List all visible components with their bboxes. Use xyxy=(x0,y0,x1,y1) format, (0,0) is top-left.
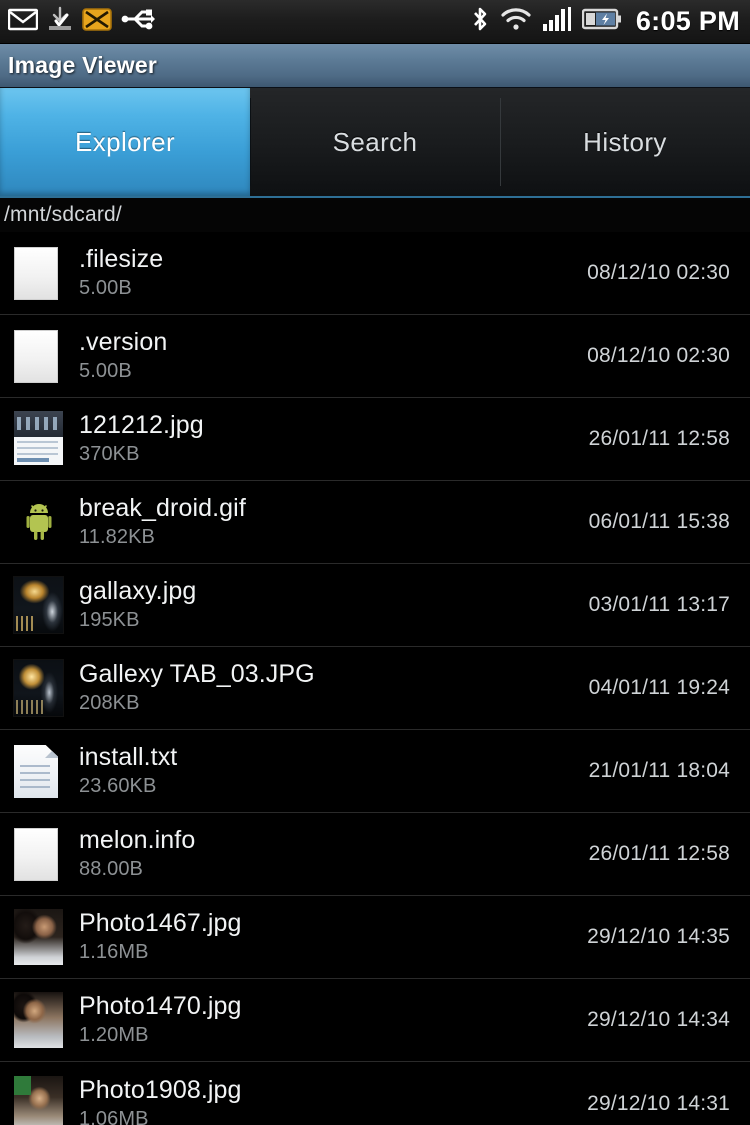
file-name: Gallexy TAB_03.JPG xyxy=(79,660,315,688)
file-size: 1.06MB xyxy=(79,1107,149,1125)
file-meta: Photo1470.jpg 1.20MB xyxy=(79,993,242,1047)
file-date: 26/01/11 12:58 xyxy=(588,842,730,865)
file-size: 1.20MB xyxy=(79,1024,149,1046)
blank-file-icon xyxy=(14,328,63,384)
tab-search-label: Search xyxy=(332,126,418,157)
table-row[interactable]: Gallexy TAB_03.JPG 208KB 04/01/11 19:24 xyxy=(0,647,750,730)
table-row[interactable]: melon.info 88.00B 26/01/11 12:58 xyxy=(0,813,750,896)
file-size: 11.82KB xyxy=(79,526,155,548)
tab-history-label: History xyxy=(583,126,667,157)
file-date: 29/12/10 14:35 xyxy=(587,925,730,948)
file-name: Photo1467.jpg xyxy=(79,909,242,937)
current-path-label: /mnt/sdcard/ xyxy=(4,203,122,226)
file-size: 1.16MB xyxy=(79,941,149,963)
table-row[interactable]: Photo1470.jpg 1.20MB 29/12/10 14:34 xyxy=(0,979,750,1062)
blank-file-icon xyxy=(14,826,63,882)
file-meta: break_droid.gif 11.82KB xyxy=(79,495,246,549)
status-bar: 6:05 PM xyxy=(0,0,750,44)
portrait-thumbnail xyxy=(14,1075,63,1125)
file-name: Photo1470.jpg xyxy=(79,992,242,1020)
file-size: 208KB xyxy=(79,692,140,714)
tab-history[interactable]: History xyxy=(500,88,750,196)
tab-explorer[interactable]: Explorer xyxy=(0,88,250,196)
file-size: 5.00B xyxy=(79,277,132,299)
file-name: install.txt xyxy=(79,743,178,771)
email-unread-icon xyxy=(82,7,112,37)
screenshot-thumbnail xyxy=(14,411,63,467)
file-list: .filesize 5.00B 08/12/10 02:30 .version … xyxy=(0,232,750,1125)
file-date: 29/12/10 14:34 xyxy=(587,1008,730,1031)
file-date: 06/01/11 15:38 xyxy=(588,510,730,533)
file-name: .filesize xyxy=(79,245,164,273)
file-meta: gallaxy.jpg 195KB xyxy=(79,578,196,632)
wifi-icon xyxy=(500,6,532,37)
usb-icon xyxy=(121,7,155,36)
file-date: 08/12/10 02:30 xyxy=(587,344,730,367)
file-date: 08/12/10 02:30 xyxy=(587,261,730,284)
file-meta: install.txt 23.60KB xyxy=(79,744,177,798)
portrait-thumbnail xyxy=(14,909,63,965)
tab-bar: Explorer Search History xyxy=(0,88,750,198)
text-file-icon xyxy=(14,743,63,799)
gmail-icon xyxy=(7,7,39,36)
file-name: 121212.jpg xyxy=(79,411,204,439)
table-row[interactable]: .filesize 5.00B 08/12/10 02:30 xyxy=(0,232,750,315)
table-row[interactable]: break_droid.gif 11.82KB 06/01/11 15:38 xyxy=(0,481,750,564)
file-name: Photo1908.jpg xyxy=(79,1075,242,1104)
app-title-bar: Image Viewer xyxy=(0,44,750,88)
table-row[interactable]: install.txt 23.60KB 21/01/11 18:04 xyxy=(0,730,750,813)
table-row[interactable]: 121212.jpg 370KB 26/01/11 12:58 xyxy=(0,398,750,481)
file-meta: Photo1908.jpg 1.06MB xyxy=(79,1075,242,1125)
app-title: Image Viewer xyxy=(8,52,158,78)
file-meta: 121212.jpg 370KB xyxy=(79,412,204,466)
photo-thumbnail xyxy=(14,660,63,716)
file-date: 04/01/11 19:24 xyxy=(588,676,730,699)
file-size: 5.00B xyxy=(79,360,132,382)
file-name: gallaxy.jpg xyxy=(79,577,197,605)
photo-thumbnail xyxy=(14,577,63,633)
file-meta: .version 5.00B xyxy=(79,329,167,383)
file-size: 88.00B xyxy=(79,858,143,880)
file-name: melon.info xyxy=(79,826,196,854)
battery-charging-icon xyxy=(581,7,622,36)
file-size: 370KB xyxy=(79,443,140,465)
tab-search[interactable]: Search xyxy=(250,88,500,196)
status-bar-right-icons: 6:05 PM xyxy=(470,5,740,38)
file-meta: Gallexy TAB_03.JPG 208KB xyxy=(79,661,315,715)
blank-file-icon xyxy=(14,245,63,301)
file-meta: Photo1467.jpg 1.16MB xyxy=(79,910,242,964)
cellular-signal-icon xyxy=(542,6,572,37)
tab-explorer-label: Explorer xyxy=(74,126,175,157)
file-date: 26/01/11 12:58 xyxy=(588,427,730,450)
bluetooth-icon xyxy=(470,5,490,38)
status-bar-clock: 6:05 PM xyxy=(635,6,740,36)
file-meta: melon.info 88.00B xyxy=(79,827,195,881)
file-name: break_droid.gif xyxy=(79,494,246,522)
download-complete-icon xyxy=(47,6,73,37)
table-row[interactable]: gallaxy.jpg 195KB 03/01/11 13:17 xyxy=(0,564,750,647)
table-row[interactable]: Photo1467.jpg 1.16MB 29/12/10 14:35 xyxy=(0,896,750,979)
file-date: 21/01/11 18:04 xyxy=(588,759,730,782)
file-meta: .filesize 5.00B xyxy=(79,246,163,300)
file-size: 23.60KB xyxy=(79,775,157,797)
status-bar-left-icons xyxy=(7,6,155,37)
android-droid-icon xyxy=(14,494,63,550)
file-date: 03/01/11 13:17 xyxy=(588,593,730,616)
table-row[interactable]: Photo1908.jpg 1.06MB 29/12/10 14:31 xyxy=(0,1062,750,1125)
portrait-thumbnail xyxy=(14,992,63,1048)
file-name: .version xyxy=(79,328,168,356)
table-row[interactable]: .version 5.00B 08/12/10 02:30 xyxy=(0,315,750,398)
current-path-bar[interactable]: /mnt/sdcard/ xyxy=(0,198,750,232)
file-date: 29/12/10 14:31 xyxy=(587,1091,730,1115)
file-size: 195KB xyxy=(79,609,140,631)
